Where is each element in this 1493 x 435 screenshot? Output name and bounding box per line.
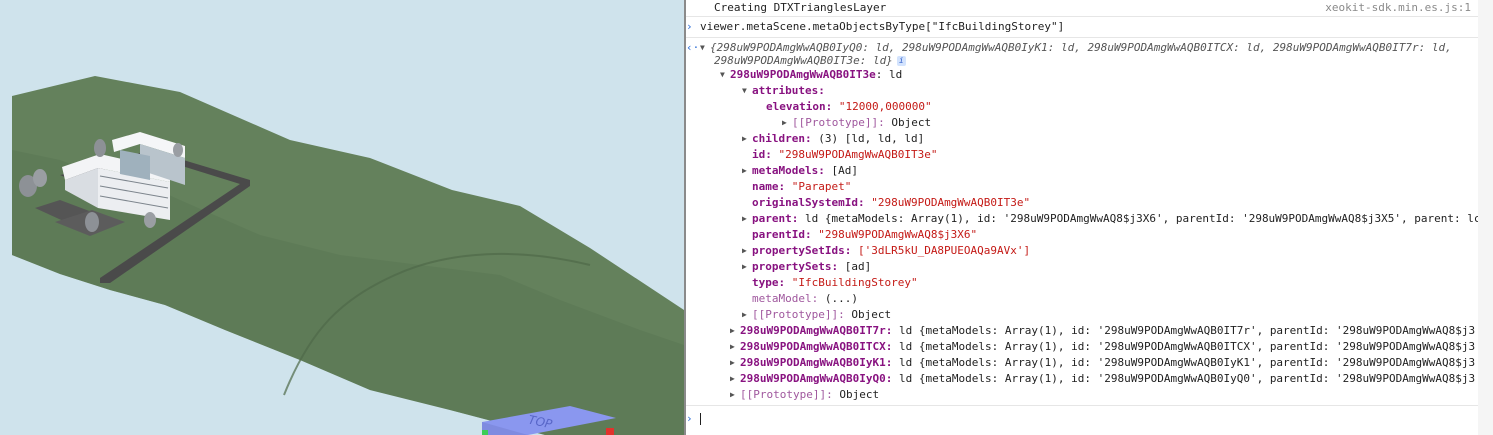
expand-triangle-icon[interactable]: ▼	[700, 40, 710, 56]
info-icon[interactable]: i	[896, 56, 906, 66]
expand-triangle-icon[interactable]: ▼	[720, 67, 730, 83]
collapse-triangle-icon[interactable]: ▶	[742, 131, 752, 147]
text-cursor	[700, 413, 701, 425]
console-input[interactable]: ›	[686, 411, 1493, 427]
3d-viewer-canvas[interactable]: TOP	[0, 0, 684, 435]
tree-node[interactable]: ▶ 298uW9PODAmgWwAQB0ITCX: ld {metaModels:…	[730, 339, 1493, 355]
tree-prop: name: "Parapet"	[752, 180, 852, 193]
tree-node-prototype[interactable]: ▶ [[Prototype]]: Object	[782, 115, 1493, 131]
collapse-triangle-icon[interactable]: ▶	[730, 371, 740, 387]
tree-node[interactable]: ▼ 298uW9PODAmgWwAQB0IT3e: ld	[720, 67, 1493, 83]
collapse-triangle-icon[interactable]: ▶	[742, 243, 752, 259]
collapse-triangle-icon[interactable]: ▶	[730, 339, 740, 355]
tree-node-propertysets[interactable]: ▶ propertySets: [ad]	[742, 259, 1493, 275]
log-message: Creating DTXTrianglesLayer	[714, 1, 887, 14]
tree-node[interactable]: ▶ 298uW9PODAmgWwAQB0IT7r: ld {metaModels:…	[730, 323, 1493, 339]
log-line: Creating DTXTrianglesLayer xeokit-sdk.mi…	[686, 0, 1493, 16]
expand-triangle-icon[interactable]: ▼	[742, 83, 752, 99]
tree-node-children[interactable]: ▶ children: (3) [ld, ld, ld]	[742, 131, 1493, 147]
collapse-triangle-icon[interactable]: ▶	[730, 355, 740, 371]
tree-prop: parentId: "298uW9PODAmgWwAQ8$j3X6"	[752, 228, 978, 241]
tree-node-attributes[interactable]: ▼ attributes:	[742, 83, 1493, 99]
collapse-triangle-icon[interactable]: ▶	[730, 387, 740, 403]
input-line: › viewer.metaScene.metaObjectsByType["Ifc…	[686, 19, 1493, 35]
input-prompt-icon: ›	[686, 20, 693, 33]
tree-prop: type: "IfcBuildingStorey"	[752, 276, 918, 289]
3d-scene: TOP	[12, 76, 684, 435]
tree-node-propertysetids[interactable]: ▶ propertySetIds: ['3dLR5kU_DA8PUEOAQa9AV…	[742, 243, 1493, 259]
source-link[interactable]: xeokit-sdk.min.es.js:1	[1325, 0, 1471, 16]
tree-prop-getter[interactable]: metaModel: (...)	[752, 291, 1493, 307]
input-prompt-icon: ›	[686, 412, 693, 425]
tree-prop: originalSystemId: "298uW9PODAmgWwAQB0IT3…	[752, 196, 1031, 209]
command-text: viewer.metaScene.metaObjectsByType["IfcB…	[700, 20, 1065, 33]
console-scrollbar[interactable]	[1478, 0, 1493, 435]
tree-prop: elevation: "12000,000000"	[766, 100, 932, 113]
tree-node[interactable]: ▶ 298uW9PODAmgWwAQB0IyQ0: ld {metaModels:…	[730, 371, 1493, 387]
tree-node-prototype[interactable]: ▶ [[Prototype]]: Object	[730, 387, 1493, 403]
tree-node-metamodels[interactable]: ▶ metaModels: [Ad]	[742, 163, 1493, 179]
devtools-console[interactable]: Creating DTXTrianglesLayer xeokit-sdk.mi…	[686, 0, 1493, 435]
collapse-triangle-icon[interactable]: ▶	[730, 323, 740, 339]
tree-node[interactable]: ▶ 298uW9PODAmgWwAQB0IyK1: ld {metaModels:…	[730, 355, 1493, 371]
tree-node-parent[interactable]: ▶ parent: ld {metaModels: Array(1), id: '…	[742, 211, 1493, 227]
collapse-triangle-icon[interactable]: ▶	[742, 163, 752, 179]
collapse-triangle-icon[interactable]: ▶	[782, 115, 792, 131]
collapse-triangle-icon[interactable]: ▶	[742, 259, 752, 275]
collapse-triangle-icon[interactable]: ▶	[742, 211, 752, 227]
tree-node-prototype[interactable]: ▶ [[Prototype]]: Object	[742, 307, 1493, 323]
tree-prop: id: "298uW9PODAmgWwAQB0IT3e"	[752, 148, 938, 161]
collapse-triangle-icon[interactable]: ▶	[742, 307, 752, 323]
result-arrow-icon: ‹·	[686, 41, 700, 54]
